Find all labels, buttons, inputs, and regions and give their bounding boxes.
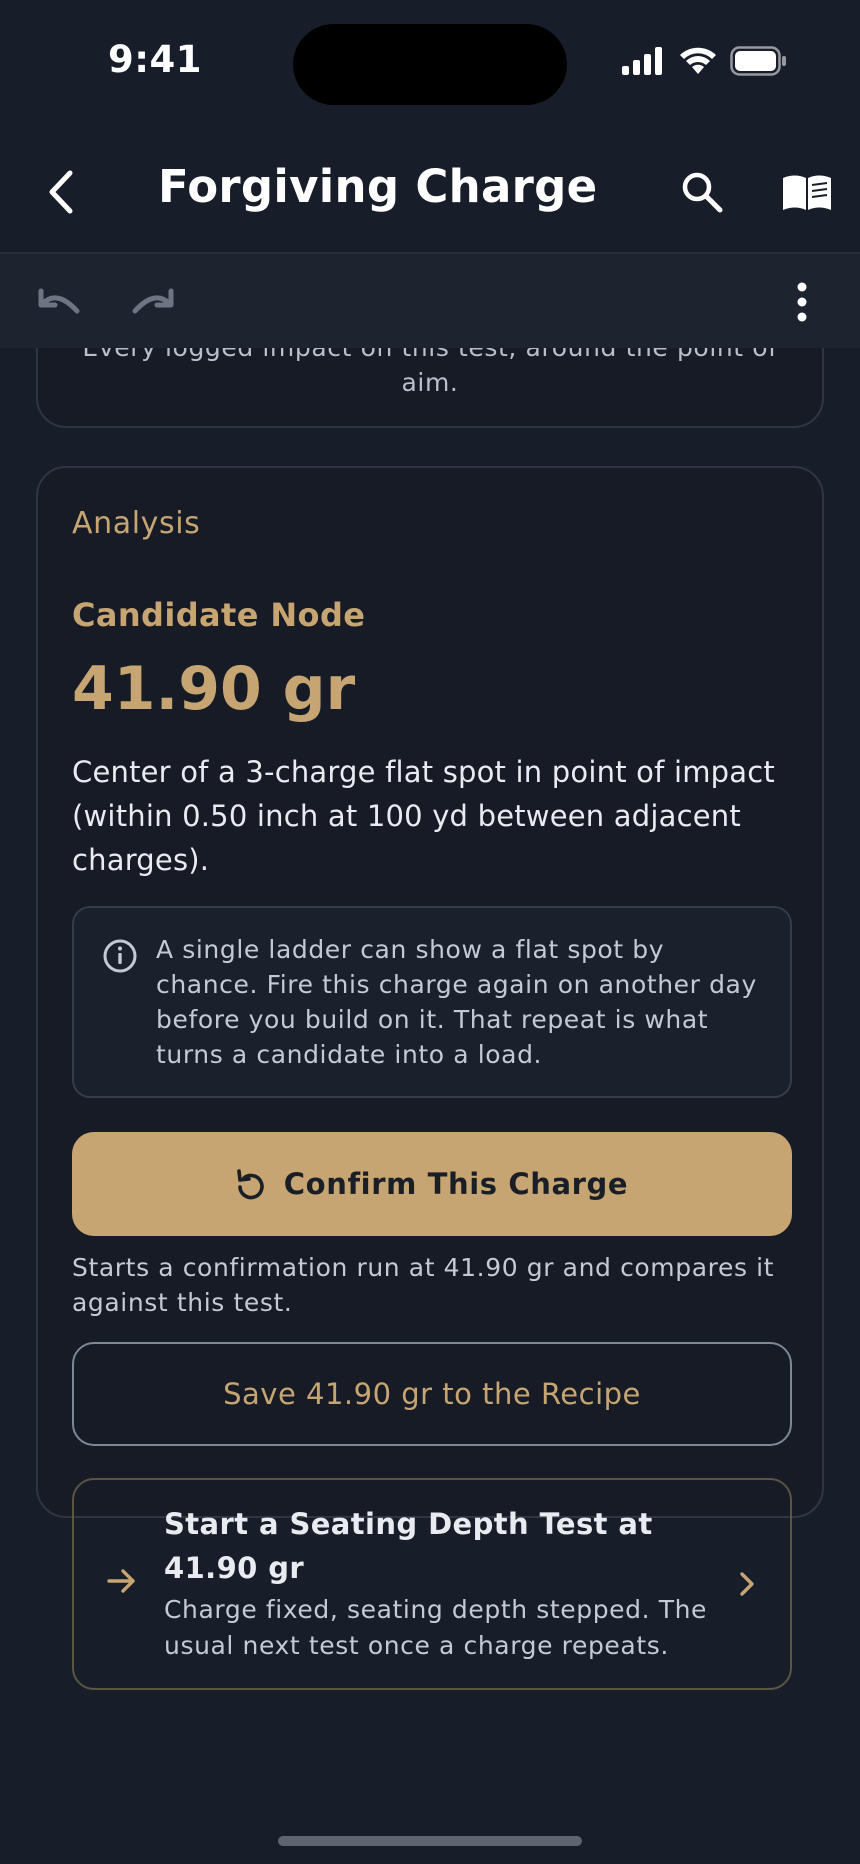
redo-button[interactable] bbox=[124, 274, 184, 330]
top-app-bar: Forgiving Charge bbox=[0, 140, 860, 252]
info-text: A single ladder can show a flat spot by … bbox=[156, 935, 757, 1069]
candidate-node-description: Center of a 3-charge flat spot in point … bbox=[72, 755, 775, 877]
scroll-content[interactable]: Every logged impact on this test, around… bbox=[0, 348, 860, 1864]
confirm-charge-button[interactable]: Confirm This Charge bbox=[72, 1132, 792, 1236]
section-label: Analysis bbox=[72, 506, 201, 541]
arrow-right-icon bbox=[107, 1569, 135, 1593]
status-icons bbox=[622, 46, 788, 76]
wifi-icon bbox=[680, 47, 716, 74]
book-icon bbox=[783, 175, 831, 210]
refresh-icon bbox=[236, 1169, 264, 1200]
signal-icon bbox=[622, 47, 662, 75]
toolbar bbox=[0, 252, 860, 348]
save-to-recipe-label: Save 41.90 gr to the Recipe bbox=[223, 1377, 641, 1411]
status-time: 9:41 bbox=[107, 38, 203, 81]
more-vert-icon bbox=[797, 282, 807, 322]
analysis-card: Analysis Candidate Node 41.90 gr Center … bbox=[36, 466, 824, 1690]
more-options-button[interactable] bbox=[774, 274, 830, 330]
candidate-node-label: Candidate Node bbox=[72, 596, 366, 634]
info-icon bbox=[103, 939, 137, 973]
search-icon bbox=[682, 172, 723, 213]
back-icon bbox=[49, 170, 73, 214]
seating-depth-title: Start a Seating Depth Test at 41.90 gr bbox=[164, 1507, 653, 1585]
confirm-help-text: Starts a confirmation run at 41.90 gr an… bbox=[72, 1253, 775, 1317]
home-indicator bbox=[278, 1836, 582, 1846]
battery-icon bbox=[730, 46, 786, 76]
chevron-right-icon bbox=[740, 1572, 754, 1596]
impact-plot-card: Every logged impact on this test, around… bbox=[36, 348, 824, 428]
impact-plot-caption: Every logged impact on this test, around… bbox=[82, 348, 777, 397]
dynamic-island bbox=[293, 24, 567, 105]
candidate-node-value: 41.90 gr bbox=[72, 654, 356, 724]
book-button[interactable] bbox=[775, 160, 839, 224]
undo-icon bbox=[38, 288, 80, 314]
undo-button[interactable] bbox=[28, 274, 88, 330]
seating-depth-test-link[interactable]: Start a Seating Depth Test at 41.90 gr C… bbox=[72, 1478, 792, 1690]
redo-icon bbox=[132, 288, 174, 314]
info-callout: A single ladder can show a flat spot by … bbox=[72, 906, 792, 1098]
save-to-recipe-button[interactable]: Save 41.90 gr to the Recipe bbox=[72, 1342, 792, 1446]
screen: 9:41 Forgiving Charge aim. Analysis Cand… bbox=[0, 0, 860, 1864]
confirm-charge-label: Confirm This Charge bbox=[283, 1167, 629, 1201]
search-button[interactable] bbox=[670, 160, 734, 224]
page-title: Forgiving Charge bbox=[158, 160, 598, 213]
seating-depth-description: Charge fixed, seating depth stepped. The… bbox=[164, 1595, 708, 1660]
back-button[interactable] bbox=[30, 160, 94, 224]
status-bar: 9:41 bbox=[0, 0, 860, 120]
